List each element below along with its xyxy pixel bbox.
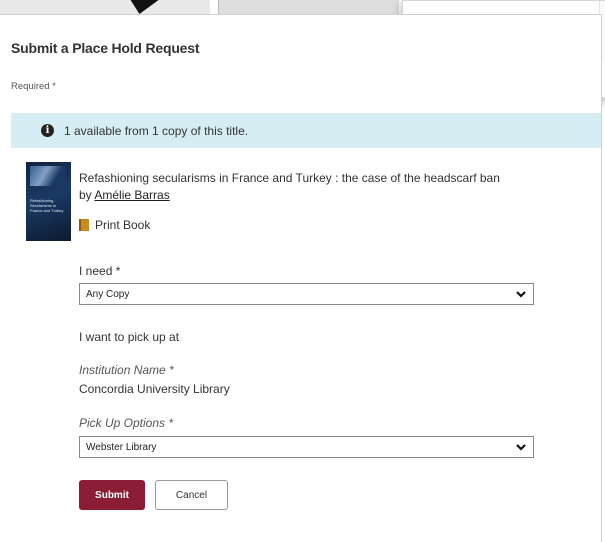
book-title: Refashioning secularisms in France and T… — [79, 171, 500, 185]
required-note: Required * — [11, 81, 56, 92]
submit-button[interactable]: Submit — [79, 480, 145, 510]
format-label: Print Book — [95, 218, 151, 232]
author-link[interactable]: Amélie Barras — [94, 188, 169, 202]
need-label: I need * — [79, 264, 121, 278]
book-cover-image: Refashioning Secularisms in France and T… — [26, 162, 71, 241]
cursor-arrow-icon — [125, 0, 159, 14]
pickup-options-value: Webster Library — [86, 441, 157, 453]
pickup-options-select[interactable]: Webster Library — [79, 436, 534, 458]
pickup-heading: I want to pick up at — [79, 330, 180, 344]
by-prefix: by — [79, 188, 92, 202]
cover-title: Refashioning Secularisms in France and T… — [30, 198, 64, 213]
availability-text: 1 available from 1 copy of this title. — [64, 123, 249, 138]
copy-select[interactable]: Any Copy — [79, 283, 534, 305]
background-panel-middle — [218, 0, 399, 14]
institution-label: Institution Name * — [79, 363, 174, 377]
info-icon: i — [41, 124, 54, 137]
availability-alert: i 1 available from 1 copy of this title. — [11, 113, 601, 148]
cancel-button[interactable]: Cancel — [155, 480, 228, 510]
dialog-title: Submit a Place Hold Request — [11, 40, 200, 56]
copy-select-value: Any Copy — [86, 288, 130, 300]
book-icon — [79, 219, 89, 231]
book-byline: by Amélie Barras — [79, 188, 170, 202]
cover-art — [30, 166, 66, 186]
place-hold-dialog: Submit a Place Hold Request Required * i… — [0, 14, 602, 542]
book-format: Print Book — [79, 218, 150, 232]
chevron-down-icon — [516, 444, 526, 451]
background-panel-left — [0, 0, 210, 14]
chevron-down-icon — [516, 291, 526, 298]
pickup-options-label: Pick Up Options * — [79, 416, 174, 430]
institution-value: Concordia University Library — [79, 382, 230, 396]
